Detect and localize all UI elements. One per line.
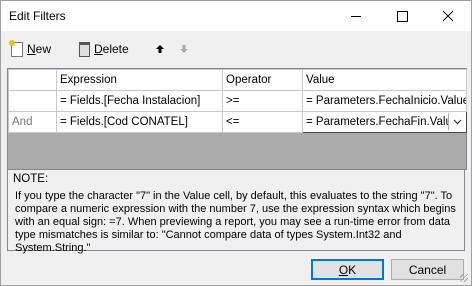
cancel-button[interactable]: Cancel: [391, 259, 464, 280]
move-up-button[interactable]: [155, 39, 165, 59]
title-bar: Edit Filters: [1, 1, 471, 31]
expression-cell[interactable]: = Fields.[Cod CONATEL]: [56, 111, 223, 133]
trash-icon: [79, 42, 90, 57]
ok-button[interactable]: OK: [311, 259, 384, 280]
maximize-icon: [396, 10, 408, 22]
expression-column-header: Expression: [56, 69, 223, 91]
and-or-cell[interactable]: And: [8, 111, 57, 133]
table-row: = Fields.[Fecha Instalacion] >= = Parame…: [8, 90, 467, 112]
new-button[interactable]: New: [9, 39, 52, 59]
value-cell-selected[interactable]: = Parameters.FechaFin.Value: [302, 111, 467, 133]
value-dropdown-button[interactable]: [448, 113, 465, 130]
toolbar: New Delete: [1, 35, 471, 61]
window-title: Edit Filters: [9, 9, 66, 23]
resize-grip[interactable]: [460, 274, 468, 282]
edit-filters-dialog: Edit Filters New Delete Expression Opera…: [0, 0, 472, 286]
chevron-down-icon: [453, 119, 461, 124]
note-title: NOTE:: [13, 173, 49, 185]
minimize-button[interactable]: [333, 1, 379, 31]
value-column-header: Value: [302, 69, 467, 91]
grid-header-row: Expression Operator Value: [8, 69, 467, 91]
new-button-label: New: [27, 42, 52, 56]
and-or-header: [8, 69, 57, 91]
close-button[interactable]: [425, 1, 471, 31]
close-icon: [443, 11, 453, 21]
maximize-button[interactable]: [379, 1, 425, 31]
filters-grid: Expression Operator Value = Fields.[Fech…: [7, 68, 467, 170]
note-text: If you type the character "7" in the Val…: [15, 190, 456, 254]
new-document-icon: [9, 39, 23, 57]
operator-cell[interactable]: >=: [222, 90, 303, 112]
delete-button[interactable]: Delete: [79, 39, 129, 59]
value-text: = Parameters.FechaFin.Value: [306, 116, 459, 128]
arrow-up-icon: [156, 45, 164, 53]
operator-column-header: Operator: [222, 69, 303, 91]
operator-cell[interactable]: <=: [222, 111, 303, 133]
move-down-button[interactable]: [179, 39, 189, 59]
value-cell[interactable]: = Parameters.FechaInicio.Value: [302, 90, 467, 112]
minimize-icon: [351, 15, 361, 17]
expression-cell[interactable]: = Fields.[Fecha Instalacion]: [56, 90, 223, 112]
ok-button-label: OK: [338, 262, 357, 277]
note-panel: NOTE: If you type the character "7" in t…: [7, 169, 465, 254]
arrow-down-icon: [180, 45, 188, 53]
and-or-cell[interactable]: [8, 90, 57, 112]
table-row: And = Fields.[Cod CONATEL] <= = Paramete…: [8, 111, 467, 133]
delete-button-label: Delete: [94, 42, 129, 56]
